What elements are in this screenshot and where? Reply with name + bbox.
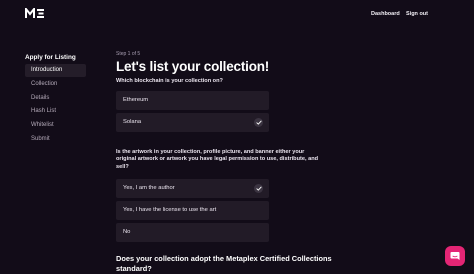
sidebar-item-introduction[interactable]: Introduction bbox=[25, 64, 86, 77]
sidebar-item-submit[interactable]: Submit bbox=[25, 133, 86, 146]
option-no[interactable]: No bbox=[116, 223, 269, 242]
step-indicator: Step 1 of 5 bbox=[116, 51, 141, 57]
sidebar-item-hash-list[interactable]: Hash List bbox=[25, 105, 86, 118]
artwork-question: Is the artwork in your collection, profi… bbox=[116, 149, 319, 170]
chat-bubble-icon bbox=[450, 252, 460, 260]
option-label: Yes, I am the author bbox=[123, 185, 175, 191]
chat-button[interactable] bbox=[445, 246, 465, 266]
check-icon bbox=[254, 184, 263, 193]
page-title: Let's list your collection! bbox=[116, 59, 270, 74]
sign-out-link[interactable]: Sign out bbox=[406, 11, 428, 17]
option-author[interactable]: Yes, I am the author bbox=[116, 179, 269, 198]
sidebar-title: Apply for Listing bbox=[25, 54, 76, 61]
blockchain-question: Which blockchain is your collection on? bbox=[116, 78, 223, 84]
sidebar-item-details[interactable]: Details bbox=[25, 92, 86, 105]
magic-eden-logo[interactable] bbox=[25, 8, 45, 19]
check-icon bbox=[254, 118, 263, 127]
option-label: No bbox=[123, 229, 131, 235]
option-label: Ethereum bbox=[123, 97, 149, 103]
sidebar-item-collection[interactable]: Collection bbox=[25, 78, 86, 91]
option-ethereum[interactable]: Ethereum bbox=[116, 91, 269, 110]
option-label: Solana bbox=[123, 119, 142, 125]
option-solana[interactable]: Solana bbox=[116, 113, 269, 132]
dashboard-link[interactable]: Dashboard bbox=[371, 11, 400, 17]
listing-application-page: Dashboard Sign out Apply for Listing Int… bbox=[0, 0, 474, 274]
metaplex-question: Does your collection adopt the Metaplex … bbox=[116, 254, 332, 273]
option-label: Yes, I have the license to use the art bbox=[123, 207, 217, 213]
option-license[interactable]: Yes, I have the license to use the art bbox=[116, 201, 269, 220]
sidebar-item-whitelist[interactable]: Whitelist bbox=[25, 119, 86, 132]
